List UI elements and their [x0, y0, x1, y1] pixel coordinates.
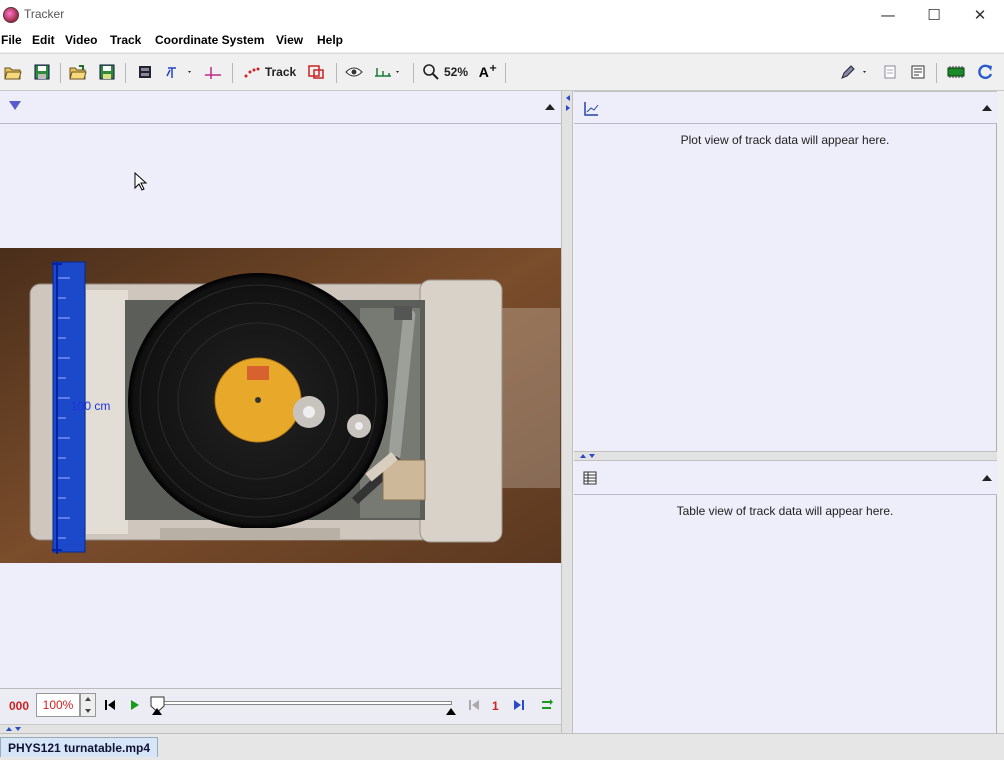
loop-icon[interactable]	[540, 698, 554, 712]
main-split-divider[interactable]	[561, 91, 573, 733]
frame-number-readout[interactable]: 000	[9, 699, 29, 713]
create-track-button[interactable]: Track	[242, 60, 298, 84]
memory-chip-icon[interactable]	[944, 60, 968, 84]
font-size-icon[interactable]: A +	[477, 60, 499, 84]
mouse-cursor-icon	[134, 172, 148, 191]
calibration-stick-label[interactable]: 100 cm	[71, 399, 110, 413]
menu-video[interactable]: Video	[65, 33, 97, 47]
plot-view-header	[574, 91, 997, 124]
maximize-button[interactable]: ☐	[911, 0, 957, 30]
visibility-eye-icon[interactable]	[343, 60, 365, 84]
rate-down-icon[interactable]	[85, 709, 91, 713]
plot-view-placeholder: Plot view of track data will appear here…	[680, 133, 890, 147]
pencil-drawing-icon[interactable]	[838, 60, 870, 84]
step-forward-icon[interactable]	[513, 699, 525, 711]
plot-view-area: Plot view of track data will appear here…	[574, 124, 997, 451]
minimize-button[interactable]: —	[865, 0, 911, 30]
autotracker-icon[interactable]	[305, 60, 327, 84]
menu-coordinate-system[interactable]: Coordinate System	[155, 33, 264, 47]
plot-view-icon[interactable]	[583, 101, 599, 117]
table-view-icon[interactable]	[583, 471, 597, 485]
menu-edit[interactable]: Edit	[32, 33, 55, 47]
menu-help[interactable]: Help	[317, 33, 343, 47]
rate-spinner[interactable]	[80, 693, 96, 717]
right-split-divider[interactable]	[574, 451, 997, 461]
menu-file[interactable]: File	[1, 33, 22, 47]
collapse-plot-view-icon[interactable]	[982, 105, 992, 111]
window-title: Tracker	[24, 7, 65, 21]
open-icon[interactable]	[3, 60, 23, 84]
save-video-icon[interactable]	[97, 60, 117, 84]
zoom-button[interactable]: 52%	[420, 60, 470, 84]
refresh-icon[interactable]	[973, 60, 997, 84]
open-folder-icon[interactable]	[68, 60, 88, 84]
collapse-table-view-icon[interactable]	[982, 475, 992, 481]
end-marker-icon[interactable]	[446, 708, 456, 715]
video-panel-header	[0, 91, 561, 124]
table-view-placeholder: Table view of track data will appear her…	[676, 504, 894, 518]
video-frame[interactable]: 100 cm	[0, 248, 561, 563]
title-bar: Tracker — ☐ ✕	[0, 0, 1004, 30]
collapse-video-panel-icon[interactable]	[545, 104, 555, 110]
menu-bar: File Edit Video Track Coordinate System …	[0, 30, 1004, 52]
notes-icon[interactable]	[880, 60, 900, 84]
table-view-header	[574, 461, 997, 495]
step-back-icon[interactable]	[468, 699, 480, 711]
file-tab[interactable]: PHYS121 turnatable.mp4	[0, 737, 158, 757]
view-menu-triangle-icon[interactable]	[9, 101, 21, 110]
save-icon[interactable]	[32, 60, 52, 84]
menu-view[interactable]: View	[276, 33, 303, 47]
clip-settings-icon[interactable]	[135, 60, 155, 84]
skip-to-start-icon[interactable]	[104, 699, 116, 711]
player-bar: 000 100% 1	[0, 688, 561, 724]
tracker-app-icon	[3, 7, 19, 23]
coordinate-axes-icon[interactable]	[163, 60, 195, 84]
menu-track[interactable]: Track	[110, 33, 141, 47]
toolbar: Track 52% A +	[0, 53, 1004, 91]
table-view-area: Table view of track data will appear her…	[574, 495, 997, 733]
rate-up-icon[interactable]	[85, 697, 91, 701]
video-panel-split-handle[interactable]	[0, 724, 561, 733]
play-icon[interactable]	[129, 699, 141, 711]
close-button[interactable]: ✕	[957, 0, 1003, 30]
frame-slider-track[interactable]	[154, 701, 452, 705]
track-button-label: Track	[264, 65, 297, 79]
calibration-tools-icon[interactable]	[202, 60, 224, 84]
start-marker-icon[interactable]	[152, 708, 162, 715]
step-size-readout[interactable]: 1	[492, 699, 499, 713]
measuring-tools-icon[interactable]	[372, 60, 404, 84]
zoom-level-label: 52%	[443, 65, 469, 79]
playback-rate-field[interactable]: 100%	[36, 693, 80, 717]
description-icon[interactable]	[907, 60, 929, 84]
